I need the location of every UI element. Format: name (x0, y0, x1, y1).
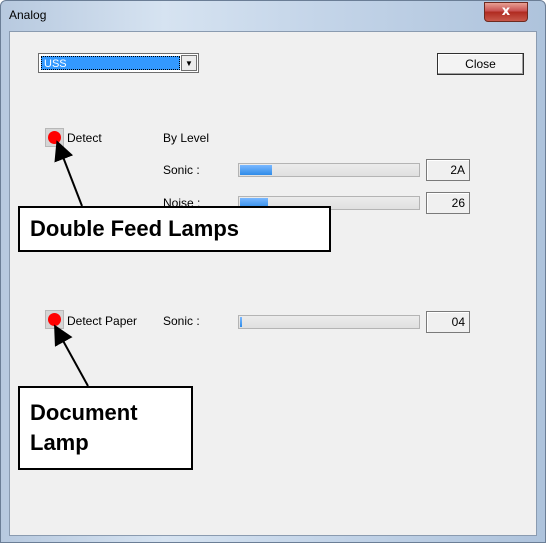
document-callout-line1: Document (30, 400, 138, 425)
window-close-button[interactable]: x (484, 2, 528, 22)
document-lamp-label: Detect Paper (67, 314, 138, 328)
sensor-select-value: USS (41, 56, 180, 70)
double-feed-lamp (45, 128, 64, 147)
close-button-label: Close (465, 57, 496, 71)
paper-sonic-level-bar (238, 315, 420, 329)
sensor-select[interactable]: USS ▼ (38, 53, 199, 73)
double-feed-callout: Double Feed Lamps (18, 206, 331, 252)
double-feed-lamp-label: Detect (67, 131, 102, 145)
paper-sonic-value: 04 (426, 311, 470, 333)
noise-value: 26 (426, 192, 470, 214)
window-title: Analog (9, 8, 47, 22)
paper-sonic-level-fill (240, 317, 242, 327)
lamp-indicator-icon (48, 131, 61, 144)
mode-label: By Level (163, 131, 210, 145)
paper-sonic-label: Sonic : (163, 314, 200, 328)
close-button[interactable]: Close (437, 53, 524, 75)
lamp-indicator-icon (48, 313, 61, 326)
document-callout-line2: Lamp (30, 430, 89, 455)
title-bar[interactable]: Analog x (1, 1, 545, 31)
double-feed-callout-text: Double Feed Lamps (30, 216, 240, 241)
sonic-level-bar (238, 163, 420, 177)
sonic-level-fill (240, 165, 272, 175)
chevron-down-icon[interactable]: ▼ (181, 55, 197, 71)
sonic-label: Sonic : (163, 163, 200, 177)
close-icon: x (501, 4, 511, 19)
sonic-value: 2A (426, 159, 470, 181)
document-callout: Document Lamp (18, 386, 193, 470)
document-lamp (45, 310, 64, 329)
